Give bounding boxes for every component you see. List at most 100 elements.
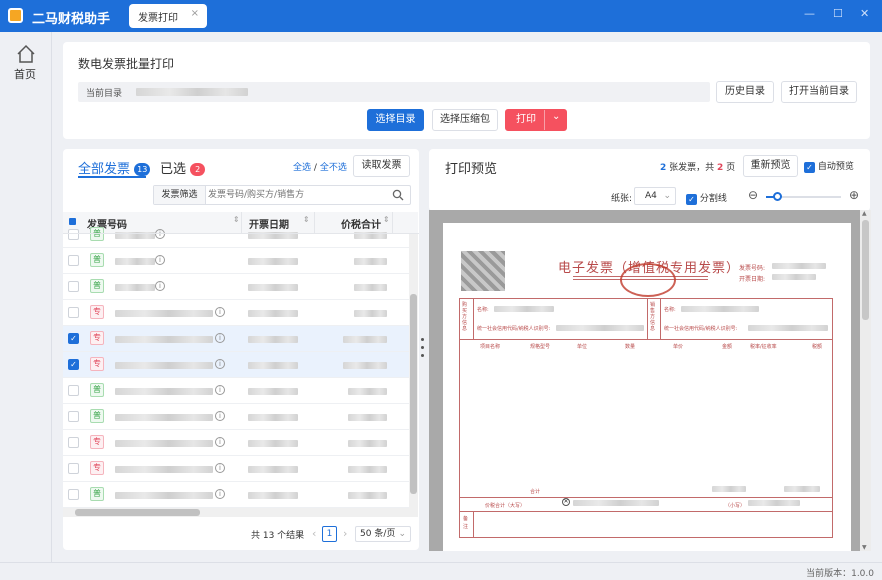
- tax-seal: [620, 263, 676, 297]
- info-icon[interactable]: i: [155, 281, 165, 291]
- info-icon[interactable]: i: [215, 333, 225, 343]
- read-invoice-button[interactable]: 读取发票: [353, 155, 410, 177]
- scroll-up-icon[interactable]: ▲: [862, 210, 867, 217]
- row-checkbox[interactable]: [68, 411, 79, 422]
- current-page[interactable]: 1: [322, 526, 337, 542]
- next-page-icon[interactable]: ›: [343, 527, 347, 540]
- table-row[interactable]: 普 i: [63, 248, 409, 274]
- page-size-select[interactable]: 50 条/页 ⌄: [355, 526, 411, 542]
- table-row[interactable]: ✓ 专 i: [63, 352, 409, 378]
- panel-splitter-handle[interactable]: [421, 336, 425, 366]
- invoice-type-tag: 专: [90, 331, 104, 345]
- info-icon[interactable]: i: [215, 411, 225, 421]
- close-window-icon[interactable]: ✕: [860, 7, 869, 20]
- select-zip-button[interactable]: 选择压缩包: [432, 109, 498, 131]
- divider-line-checkbox[interactable]: ✓: [686, 194, 697, 205]
- table-row[interactable]: 普 i: [63, 378, 409, 404]
- history-dir-button[interactable]: 历史目录: [716, 81, 774, 103]
- info-icon[interactable]: i: [155, 229, 165, 239]
- select-dir-button[interactable]: 选择目录: [367, 109, 424, 131]
- chevron-down-icon: ⌄: [663, 191, 671, 201]
- summary-end: 页: [726, 163, 736, 173]
- tab-close-icon[interactable]: ×: [191, 8, 199, 19]
- zoom-in-icon[interactable]: ⊕: [849, 188, 859, 202]
- row-checkbox[interactable]: [68, 463, 79, 474]
- row-checkbox-checked[interactable]: ✓: [68, 359, 79, 370]
- table-line: [473, 511, 474, 537]
- tab-all-invoices[interactable]: 全部发票 13: [78, 158, 151, 177]
- table-row[interactable]: 普 i: [63, 274, 409, 300]
- chevron-down-icon[interactable]: ⌄: [552, 107, 560, 127]
- list-vertical-scrollbar[interactable]: [409, 234, 418, 508]
- open-dir-button[interactable]: 打开当前目录: [781, 81, 857, 103]
- info-icon[interactable]: i: [215, 385, 225, 395]
- info-icon[interactable]: i: [215, 307, 225, 317]
- scroll-thumb[interactable]: [862, 220, 869, 320]
- row-checkbox[interactable]: [68, 489, 79, 500]
- total-redacted: [354, 284, 387, 291]
- zoom-slider[interactable]: [766, 192, 841, 201]
- invoice-type-tag: 专: [90, 461, 104, 475]
- select-all-link[interactable]: 全选: [293, 163, 311, 173]
- total-redacted: [348, 388, 387, 395]
- sidebar-item-home[interactable]: 首页: [14, 66, 36, 82]
- issue-date-redacted: [248, 466, 298, 473]
- divider-line-label: 分割线: [699, 194, 727, 204]
- row-checkbox[interactable]: [68, 437, 79, 448]
- maximize-icon[interactable]: ☐: [833, 7, 843, 20]
- table-row[interactable]: 普 i: [63, 482, 409, 508]
- table-row[interactable]: 专 i: [63, 300, 409, 326]
- print-preview-area[interactable]: 电子发票（增值税专用发票） 发票号码: 开票日期: 购买方信息 销售方信息 名称…: [429, 210, 871, 551]
- preview-vertical-scrollbar[interactable]: ▲ ▼: [860, 210, 871, 551]
- refresh-preview-button[interactable]: 重新预览: [743, 155, 798, 177]
- total-label: 合计: [530, 489, 541, 495]
- auto-preview-checkbox[interactable]: ✓: [804, 162, 815, 173]
- table-row[interactable]: 专 i: [63, 430, 409, 456]
- invoice-type-tag: 普: [90, 487, 104, 501]
- paper-size-select[interactable]: A4 ⌄: [634, 187, 676, 205]
- divider-line-toggle[interactable]: ✓ 分割线: [686, 191, 727, 205]
- tab-invoice-print[interactable]: 发票打印 ×: [129, 4, 207, 28]
- total-redacted: [343, 336, 387, 343]
- info-icon[interactable]: i: [215, 359, 225, 369]
- row-checkbox-checked[interactable]: ✓: [68, 333, 79, 344]
- prev-page-icon[interactable]: ‹: [312, 527, 316, 540]
- row-checkbox[interactable]: [68, 307, 79, 318]
- search-icon[interactable]: [392, 189, 404, 201]
- table-row[interactable]: 专 i: [63, 456, 409, 482]
- print-button[interactable]: 打印 ⌄: [505, 109, 567, 131]
- list-horizontal-scrollbar[interactable]: [63, 508, 418, 517]
- total-redacted: [354, 232, 387, 239]
- zoom-slider-handle[interactable]: [773, 192, 782, 201]
- invoice-count: 2: [660, 163, 667, 173]
- minimize-icon[interactable]: —: [804, 7, 815, 20]
- scroll-down-icon[interactable]: ▼: [862, 544, 867, 551]
- scroll-thumb[interactable]: [410, 294, 417, 494]
- home-icon[interactable]: [16, 44, 36, 64]
- col-qty: 数量: [625, 344, 636, 350]
- table-row[interactable]: 普 i: [63, 404, 409, 430]
- total-results: 共 13 个结果: [251, 531, 305, 541]
- info-icon[interactable]: i: [215, 437, 225, 447]
- row-checkbox[interactable]: [68, 281, 79, 292]
- filter-input[interactable]: [208, 187, 384, 203]
- tab-selected-invoices[interactable]: 已选 2: [160, 158, 206, 177]
- auto-preview-toggle[interactable]: ✓ 自动预览: [804, 159, 854, 173]
- row-checkbox[interactable]: [68, 255, 79, 266]
- info-icon[interactable]: i: [155, 255, 165, 265]
- table-row[interactable]: 普 i: [63, 222, 409, 248]
- zoom-out-icon[interactable]: ⊖: [748, 188, 758, 202]
- row-checkbox[interactable]: [68, 385, 79, 396]
- invoice-no-redacted: [115, 466, 213, 473]
- select-none-link[interactable]: 全不选: [320, 163, 347, 173]
- issue-date-redacted: [248, 492, 298, 499]
- invoice-no-redacted: [115, 362, 213, 369]
- row-checkbox[interactable]: [68, 229, 79, 240]
- issue-date-redacted: [772, 274, 816, 280]
- info-icon[interactable]: i: [215, 463, 225, 473]
- info-icon[interactable]: i: [215, 489, 225, 499]
- scroll-thumb[interactable]: [75, 509, 200, 516]
- currency-circle-icon: ✕: [562, 498, 570, 506]
- table-row[interactable]: ✓ 专 i: [63, 326, 409, 352]
- table-line: [473, 299, 474, 339]
